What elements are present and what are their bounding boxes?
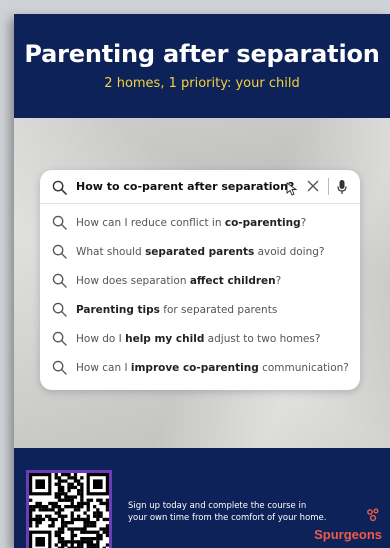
- search-icon: [52, 215, 67, 230]
- close-icon[interactable]: [306, 179, 320, 193]
- logo-mark-icon: [367, 508, 379, 522]
- qr-code[interactable]: [26, 470, 112, 548]
- suggestion-text: What should separated parents avoid doin…: [76, 246, 325, 258]
- suggestion-highlight: co-parenting: [224, 217, 301, 229]
- search-input[interactable]: How to co-parent after separation?: [40, 170, 360, 204]
- suggestion-item[interactable]: How do I help my child adjust to two hom…: [40, 326, 360, 352]
- header: Parenting after separation 2 homes, 1 pr…: [14, 14, 390, 118]
- search-icon: [52, 360, 67, 375]
- footer: Sign up today and complete the course in…: [14, 448, 390, 548]
- suggestion-highlight: affect children: [189, 275, 276, 287]
- suggestion-item[interactable]: How can I improve co-parenting communica…: [40, 355, 360, 381]
- suggestion-highlight: improve co-parenting: [130, 362, 259, 374]
- suggestion-fragment: How do I: [76, 333, 126, 345]
- suggestion-item[interactable]: How does separation affect children?: [40, 268, 360, 294]
- search-icon: [52, 180, 67, 195]
- spurgeons-logo: Spurgeons: [302, 508, 382, 548]
- search-icon: [52, 244, 67, 259]
- suggestion-item[interactable]: What should separated parents avoid doin…: [40, 239, 360, 265]
- page-subtitle: 2 homes, 1 priority: your child: [104, 76, 300, 91]
- search-icon: [52, 273, 67, 288]
- suggestion-highlight: help my child: [125, 333, 205, 345]
- microphone-icon[interactable]: [336, 179, 348, 195]
- suggestion-fragment: communication?: [258, 362, 349, 374]
- suggestion-fragment: How can I: [76, 362, 131, 374]
- suggestion-fragment: ?: [300, 217, 307, 229]
- qr-code-graphic: [29, 473, 109, 548]
- suggestion-fragment: How does separation: [76, 275, 190, 287]
- suggestion-text: How does separation affect children?: [76, 275, 281, 287]
- footer-text: Sign up today and complete the course in…: [128, 501, 327, 523]
- suggestion-fragment: ?: [275, 275, 282, 287]
- suggestion-highlight: separated parents: [145, 246, 255, 258]
- logo-text: Spurgeons: [314, 527, 382, 542]
- search-icon: [52, 331, 67, 346]
- suggestion-fragment: for separated parents: [159, 304, 278, 316]
- cursor-icon: [286, 182, 298, 196]
- suggestion-text: Parenting tips for separated parents: [76, 304, 277, 316]
- suggestion-fragment: What should: [76, 246, 146, 258]
- suggestion-fragment: adjust to two homes?: [204, 333, 321, 345]
- search-box: How to co-parent after separation? How c…: [40, 170, 360, 390]
- suggestion-text: How can I improve co-parenting communica…: [76, 362, 349, 374]
- divider: [328, 178, 329, 195]
- suggestion-item[interactable]: Parenting tips for separated parents: [40, 297, 360, 323]
- search-query[interactable]: How to co-parent after separation?: [76, 180, 294, 193]
- suggestion-text: How can I reduce conflict in co-parentin…: [76, 217, 306, 229]
- search-icon: [52, 302, 67, 317]
- suggestion-item[interactable]: How can I reduce conflict in co-parentin…: [40, 210, 360, 236]
- suggestion-highlight: Parenting tips: [76, 304, 160, 316]
- suggestion-text: How do I help my child adjust to two hom…: [76, 333, 320, 345]
- page-title: Parenting after separation: [24, 40, 380, 68]
- suggestion-fragment: avoid doing?: [254, 246, 325, 258]
- suggestion-fragment: How can I reduce conflict in: [76, 217, 225, 229]
